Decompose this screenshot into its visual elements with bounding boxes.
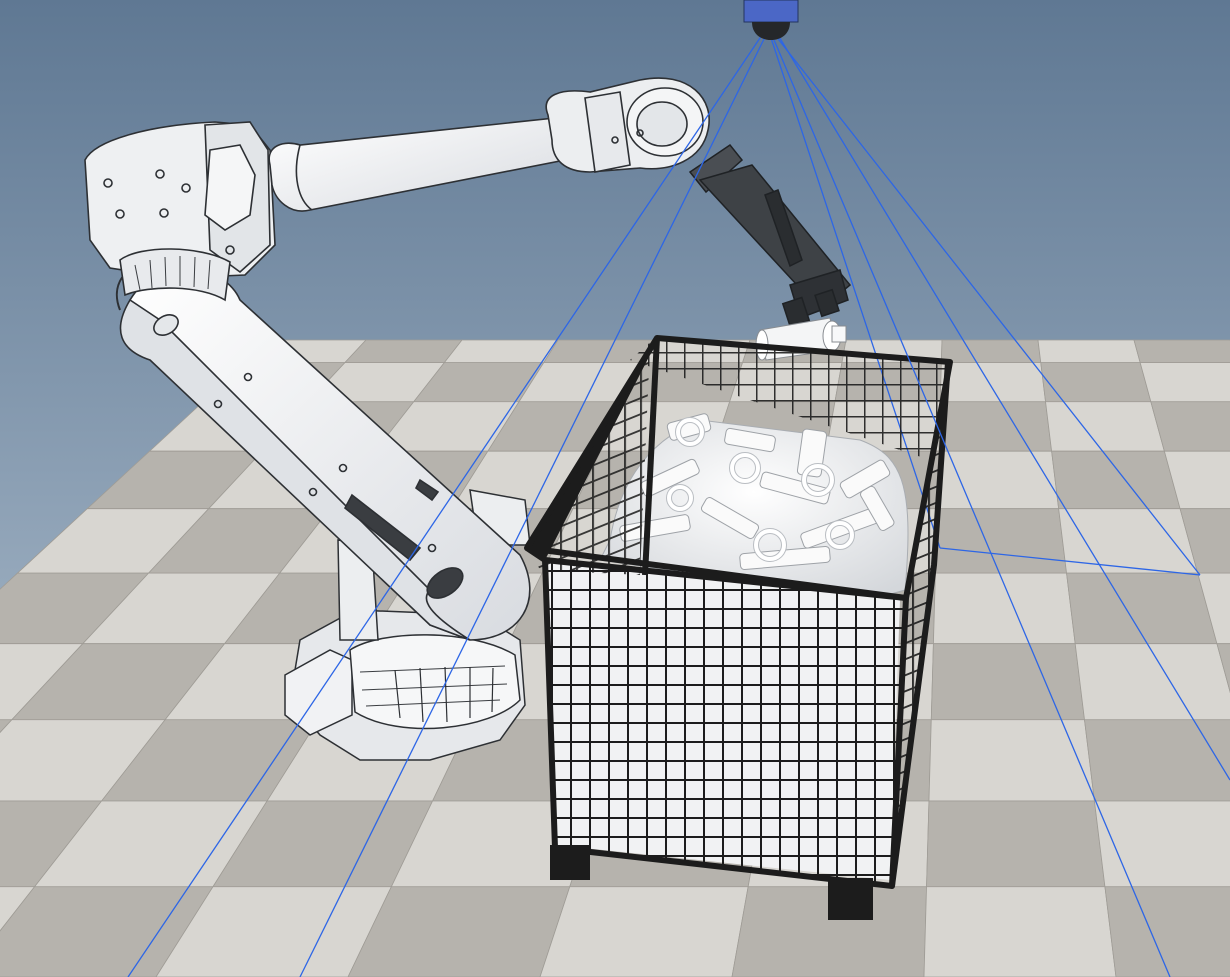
floor-tile <box>1037 339 1141 364</box>
floor-tile <box>1066 572 1218 645</box>
floor-tile <box>935 508 1068 574</box>
floor-tile <box>930 643 1085 721</box>
floor-tile <box>1045 401 1165 452</box>
floor-tile <box>539 886 749 977</box>
floor-tile <box>928 719 1095 802</box>
floor-tile <box>1058 508 1199 574</box>
floor-tile <box>344 339 463 364</box>
floor-tile <box>940 339 1042 364</box>
floor-tile <box>1040 362 1152 403</box>
floor-tile <box>939 362 1047 403</box>
floor-tile <box>1093 800 1230 888</box>
floor-tile <box>1133 339 1230 364</box>
floor-tile <box>1084 719 1230 802</box>
floor-tile <box>1150 401 1230 452</box>
floor-tile <box>936 450 1060 510</box>
3d-scene[interactable] <box>0 0 1230 977</box>
floor-tile <box>1074 643 1230 721</box>
floor-tile <box>443 339 559 364</box>
floor-tile <box>1139 362 1230 403</box>
floor-tile <box>938 401 1053 452</box>
floor-tile <box>923 886 1117 977</box>
simulation-viewport[interactable] <box>0 0 1230 977</box>
floor-tile <box>1051 450 1181 510</box>
floor-tile <box>926 800 1106 888</box>
floor-tile <box>1104 886 1230 977</box>
